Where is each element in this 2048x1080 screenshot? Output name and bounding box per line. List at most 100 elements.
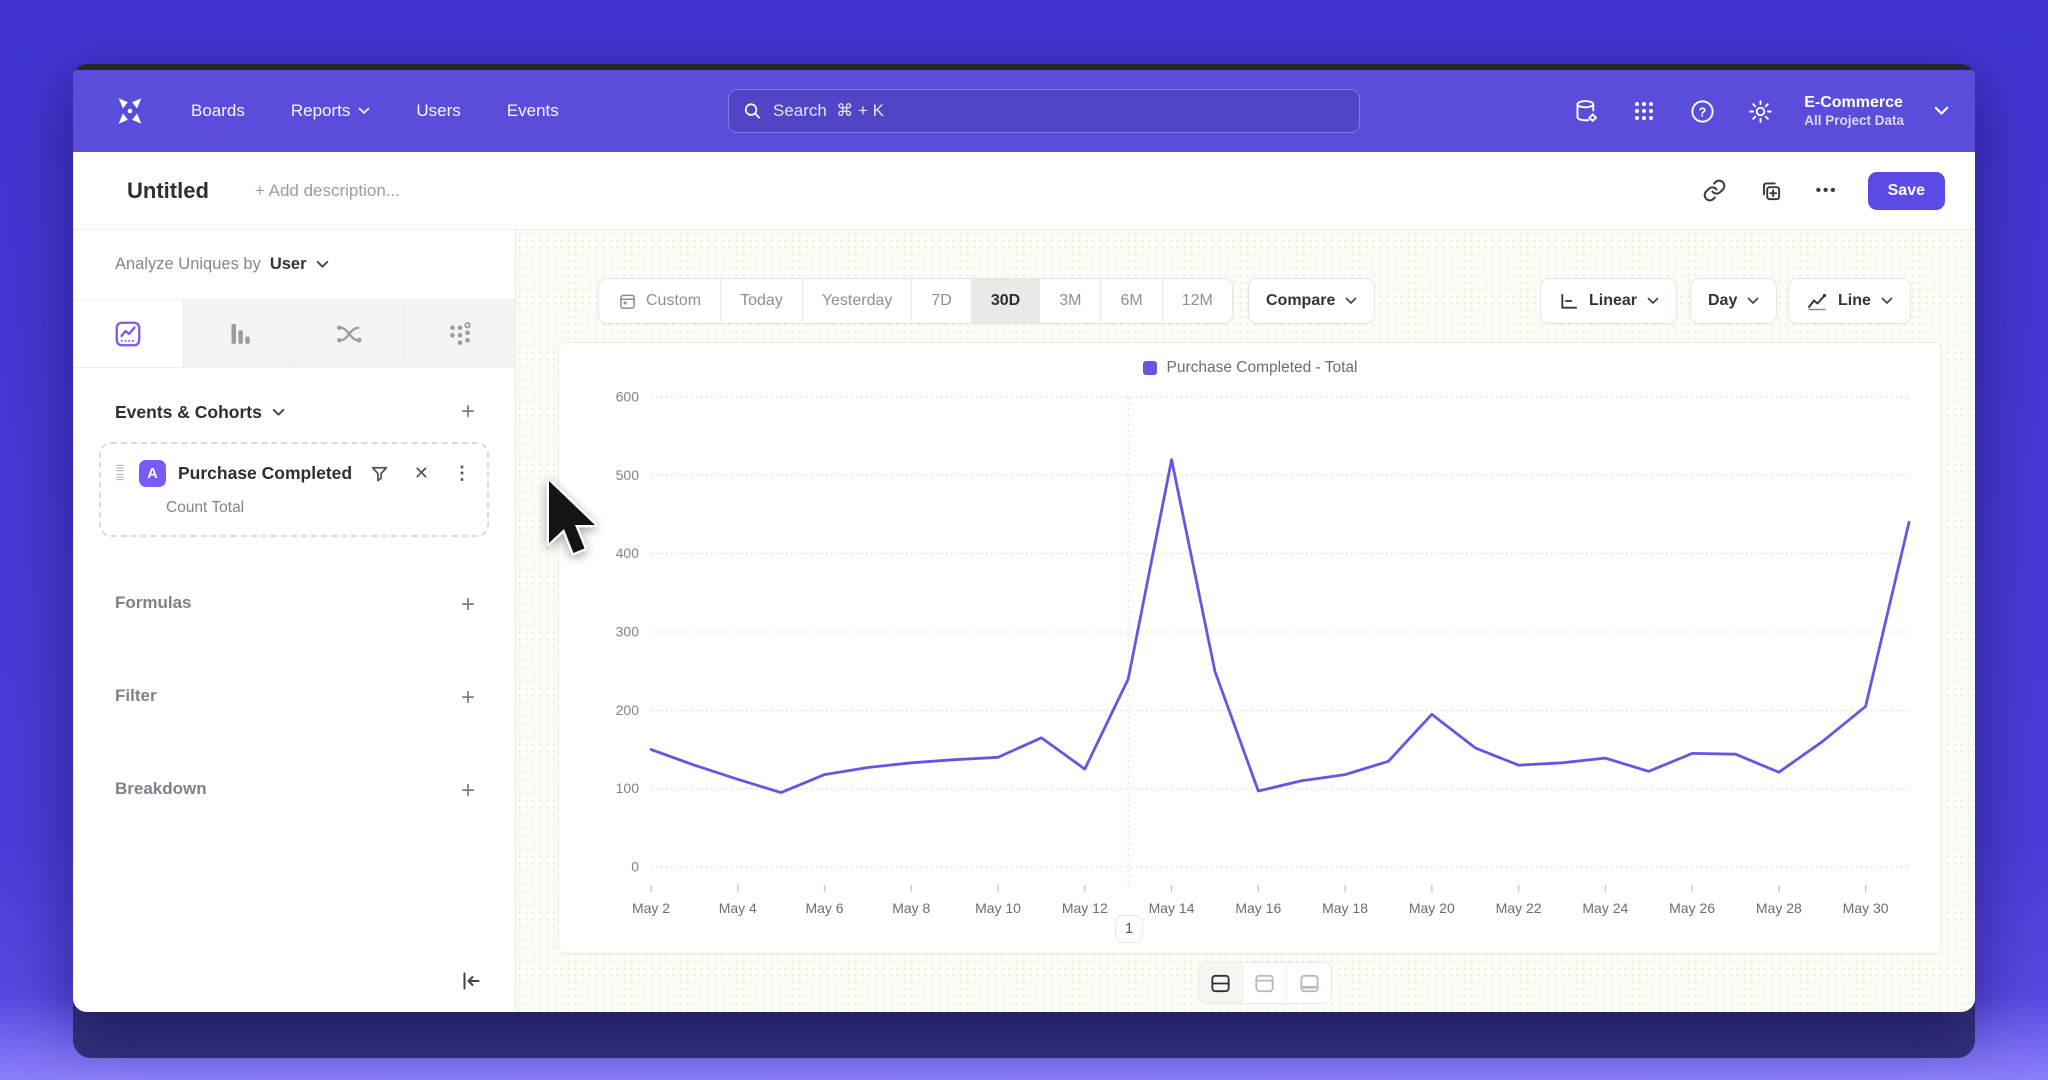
report-toolbar: Untitled + Add description... ••• Save bbox=[73, 152, 1975, 230]
pagination-page-1[interactable]: 1 bbox=[1115, 915, 1143, 943]
help-icon[interactable]: ? bbox=[1688, 97, 1716, 125]
remove-event-icon[interactable]: ✕ bbox=[414, 463, 429, 484]
chart-type-dropdown[interactable]: Line bbox=[1788, 278, 1911, 324]
metrics-dots-icon bbox=[445, 319, 475, 349]
range-6m[interactable]: 6M bbox=[1101, 279, 1162, 323]
y-axis-label: 200 bbox=[616, 702, 640, 718]
legend-label: Purchase Completed - Total bbox=[1167, 359, 1358, 377]
insights-line-icon bbox=[113, 319, 143, 349]
compare-chevron-down-icon bbox=[1345, 297, 1357, 305]
project-switcher[interactable]: E-Commerce All Project Data bbox=[1804, 93, 1904, 130]
search-icon bbox=[743, 101, 762, 121]
range-12m[interactable]: 12M bbox=[1163, 279, 1232, 323]
x-axis-label: May 16 bbox=[1235, 900, 1281, 916]
drag-handle-icon[interactable]: ≡≡ bbox=[113, 465, 127, 482]
layout-split-horizontal-button[interactable] bbox=[1199, 963, 1243, 1003]
chart-card: Purchase Completed - Total 0100200300400… bbox=[558, 342, 1942, 954]
collapse-sidebar-icon[interactable] bbox=[459, 969, 483, 998]
event-name[interactable]: Purchase Completed bbox=[178, 463, 352, 484]
svg-text:?: ? bbox=[1698, 104, 1706, 119]
y-axis-label: 300 bbox=[616, 624, 640, 640]
x-axis-label: May 12 bbox=[1062, 900, 1108, 916]
x-axis-label: May 20 bbox=[1409, 900, 1455, 916]
settings-gear-icon[interactable] bbox=[1746, 97, 1774, 125]
nav-right-cluster: ? E-Commerce All Project Data bbox=[1572, 93, 1949, 130]
more-actions-icon[interactable]: ••• bbox=[1812, 176, 1842, 206]
events-cohorts-header: Events & Cohorts + bbox=[115, 400, 475, 424]
add-description[interactable]: + Add description... bbox=[255, 181, 400, 201]
event-card[interactable]: ≡≡ A Purchase Completed ✕ ⋮ Count Total bbox=[99, 442, 489, 537]
line-chart[interactable]: 0100200300400500600May 2May 4May 6May 8M… bbox=[573, 385, 1923, 950]
save-button[interactable]: Save bbox=[1868, 172, 1945, 210]
view-tabs bbox=[73, 300, 515, 368]
data-management-icon[interactable] bbox=[1572, 97, 1600, 125]
analyze-chevron-down-icon[interactable] bbox=[316, 260, 329, 269]
x-axis-label: May 2 bbox=[632, 900, 670, 916]
project-chevron-down-icon[interactable] bbox=[1934, 106, 1949, 116]
filter-funnel-icon[interactable] bbox=[369, 463, 390, 484]
range-7d[interactable]: 7D bbox=[912, 279, 971, 323]
scale-dropdown[interactable]: Linear bbox=[1540, 278, 1677, 324]
layout-top-bar-button[interactable] bbox=[1243, 963, 1287, 1003]
y-axis-label: 400 bbox=[616, 545, 640, 561]
x-axis-label: May 28 bbox=[1756, 900, 1802, 916]
event-letter-badge: A bbox=[139, 460, 166, 487]
event-options-icon[interactable]: ⋮ bbox=[453, 463, 471, 484]
add-event-button[interactable]: + bbox=[461, 400, 475, 424]
chart-legend[interactable]: Purchase Completed - Total bbox=[559, 359, 1941, 377]
layout-bottom-bar-button[interactable] bbox=[1287, 963, 1331, 1003]
interval-dropdown[interactable]: Day bbox=[1690, 278, 1777, 324]
tab-insights-line[interactable] bbox=[73, 300, 184, 367]
range-today[interactable]: Today bbox=[721, 279, 803, 323]
project-name: E-Commerce bbox=[1804, 93, 1904, 113]
section-breakdown: Breakdown + bbox=[115, 779, 475, 816]
report-title[interactable]: Untitled bbox=[127, 178, 209, 204]
x-axis-label: May 10 bbox=[975, 900, 1021, 916]
range-yesterday[interactable]: Yesterday bbox=[803, 279, 913, 323]
analyze-value-dropdown[interactable]: User bbox=[270, 255, 307, 274]
x-axis-label: May 24 bbox=[1582, 900, 1628, 916]
calendar-icon bbox=[618, 292, 637, 311]
events-chevron-down-icon bbox=[272, 408, 285, 417]
project-scope: All Project Data bbox=[1804, 113, 1904, 130]
section-formulas: Formulas + bbox=[115, 593, 475, 630]
tab-metrics-dots[interactable] bbox=[405, 300, 515, 367]
legend-swatch bbox=[1143, 361, 1157, 375]
add-filter-button[interactable]: + bbox=[461, 686, 475, 710]
y-axis-label: 100 bbox=[616, 780, 640, 796]
x-axis-label: May 14 bbox=[1149, 900, 1195, 916]
y-axis-label: 600 bbox=[616, 389, 640, 405]
range-custom[interactable]: Custom bbox=[599, 279, 721, 323]
duplicate-icon[interactable] bbox=[1756, 176, 1786, 206]
copy-link-icon[interactable] bbox=[1700, 176, 1730, 206]
line-chart-type-icon bbox=[1806, 290, 1828, 312]
mixpanel-logo-icon[interactable] bbox=[113, 94, 147, 128]
nav-item-boards[interactable]: Boards bbox=[191, 101, 245, 121]
add-breakdown-button[interactable]: + bbox=[461, 779, 475, 803]
apps-grid-icon[interactable] bbox=[1630, 97, 1658, 125]
events-cohorts-label[interactable]: Events & Cohorts bbox=[115, 402, 285, 423]
x-axis-label: May 6 bbox=[805, 900, 843, 916]
y-axis-label: 500 bbox=[616, 467, 640, 483]
range-3m[interactable]: 3M bbox=[1040, 279, 1101, 323]
linear-axis-icon bbox=[1558, 291, 1579, 312]
search-input[interactable] bbox=[773, 101, 1345, 121]
add-formulas-button[interactable]: + bbox=[461, 593, 475, 617]
compare-button[interactable]: Compare bbox=[1248, 278, 1375, 324]
tab-funnel-bars[interactable] bbox=[184, 300, 295, 367]
search-bar[interactable] bbox=[728, 89, 1360, 133]
nav-item-events[interactable]: Events bbox=[507, 101, 559, 121]
scale-chevron-down-icon bbox=[1647, 297, 1659, 305]
event-metric[interactable]: Count Total bbox=[166, 499, 471, 517]
section-label: Formulas bbox=[115, 593, 192, 613]
tab-flow[interactable] bbox=[295, 300, 406, 367]
x-axis-label: May 26 bbox=[1669, 900, 1715, 916]
chevron-down-icon bbox=[358, 107, 370, 115]
analyze-uniques-row: Analyze Uniques by User bbox=[73, 230, 515, 300]
range-30d[interactable]: 30D bbox=[972, 279, 1040, 323]
x-axis-label: May 18 bbox=[1322, 900, 1368, 916]
x-axis-label: May 8 bbox=[892, 900, 930, 916]
nav-item-reports[interactable]: Reports bbox=[291, 101, 371, 121]
nav-item-users[interactable]: Users bbox=[416, 101, 460, 121]
series-line bbox=[651, 460, 1909, 793]
